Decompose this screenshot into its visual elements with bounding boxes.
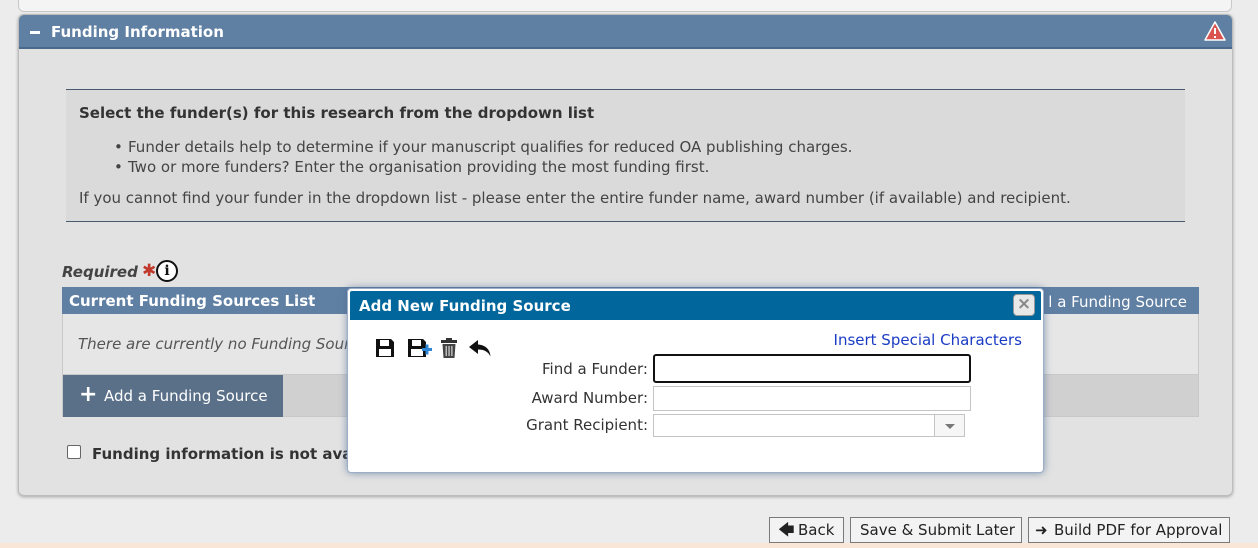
back-button[interactable]: 🡄 Back xyxy=(769,517,844,543)
info-icon[interactable]: i xyxy=(156,260,178,282)
instruction-bullet: Funder details help to determine if your… xyxy=(114,137,852,157)
instructions-note: If you cannot find your funder in the dr… xyxy=(79,189,1071,207)
funding-sources-title: Current Funding Sources List xyxy=(69,292,316,310)
grant-recipient-select[interactable] xyxy=(653,414,965,437)
dialog-title: Add New Funding Source xyxy=(359,297,571,315)
page-bottom-edge xyxy=(0,543,1258,548)
funding-not-available-checkbox[interactable] xyxy=(67,445,81,459)
save-and-add-icon[interactable] xyxy=(406,337,432,359)
empty-list-message: There are currently no Funding Sources xyxy=(78,335,348,353)
award-number-input[interactable] xyxy=(653,386,971,411)
instruction-bullet: Two or more funders? Enter the organisat… xyxy=(114,157,852,177)
chevron-down-icon[interactable] xyxy=(934,415,964,436)
panel-title: Funding Information xyxy=(51,23,224,41)
instructions-box: Select the funder(s) for this research f… xyxy=(66,89,1185,222)
instructions-heading: Select the funder(s) for this research f… xyxy=(79,104,595,122)
dialog-header: Add New Funding Source × xyxy=(350,291,1041,320)
arrow-right-icon: ➜ xyxy=(1035,521,1048,539)
plus-icon: + xyxy=(79,382,98,407)
add-funding-source-button[interactable]: + Add a Funding Source xyxy=(63,375,283,417)
find-funder-input[interactable] xyxy=(653,354,971,383)
save-submit-later-button[interactable]: Save & Submit Later xyxy=(850,517,1022,543)
close-icon[interactable]: × xyxy=(1013,294,1035,316)
previous-section-edge xyxy=(18,0,1232,12)
funding-not-available-label: Funding information is not available xyxy=(92,445,347,463)
arrow-left-icon: 🡄 xyxy=(778,520,795,539)
insert-special-characters-link[interactable]: Insert Special Characters xyxy=(834,331,1022,349)
add-funding-source-label: Add a Funding Source xyxy=(104,387,268,405)
collapse-icon[interactable] xyxy=(30,31,40,34)
panel-header[interactable]: Funding Information xyxy=(19,15,1232,49)
instructions-list: Funder details help to determine if your… xyxy=(114,137,852,177)
required-label: Required xyxy=(62,263,138,281)
find-funder-label: Find a Funder: xyxy=(542,360,648,378)
undo-icon[interactable] xyxy=(468,337,492,359)
award-number-label: Award Number: xyxy=(531,389,648,407)
warning-icon xyxy=(1204,21,1226,41)
back-label: Back xyxy=(798,521,835,539)
add-funding-source-dialog: Add New Funding Source × Insert Special … xyxy=(347,288,1044,473)
grant-recipient-label: Grant Recipient: xyxy=(526,416,648,434)
build-pdf-button[interactable]: ➜ Build PDF for Approval xyxy=(1028,517,1230,543)
trash-icon[interactable] xyxy=(440,337,458,359)
required-star-icon: ✱ xyxy=(142,261,157,281)
header-add-funding-source-link[interactable]: l a Funding Source xyxy=(1048,293,1187,311)
build-pdf-label: Build PDF for Approval xyxy=(1054,521,1223,539)
save-submit-later-label: Save & Submit Later xyxy=(860,521,1015,539)
save-icon[interactable] xyxy=(374,337,396,359)
